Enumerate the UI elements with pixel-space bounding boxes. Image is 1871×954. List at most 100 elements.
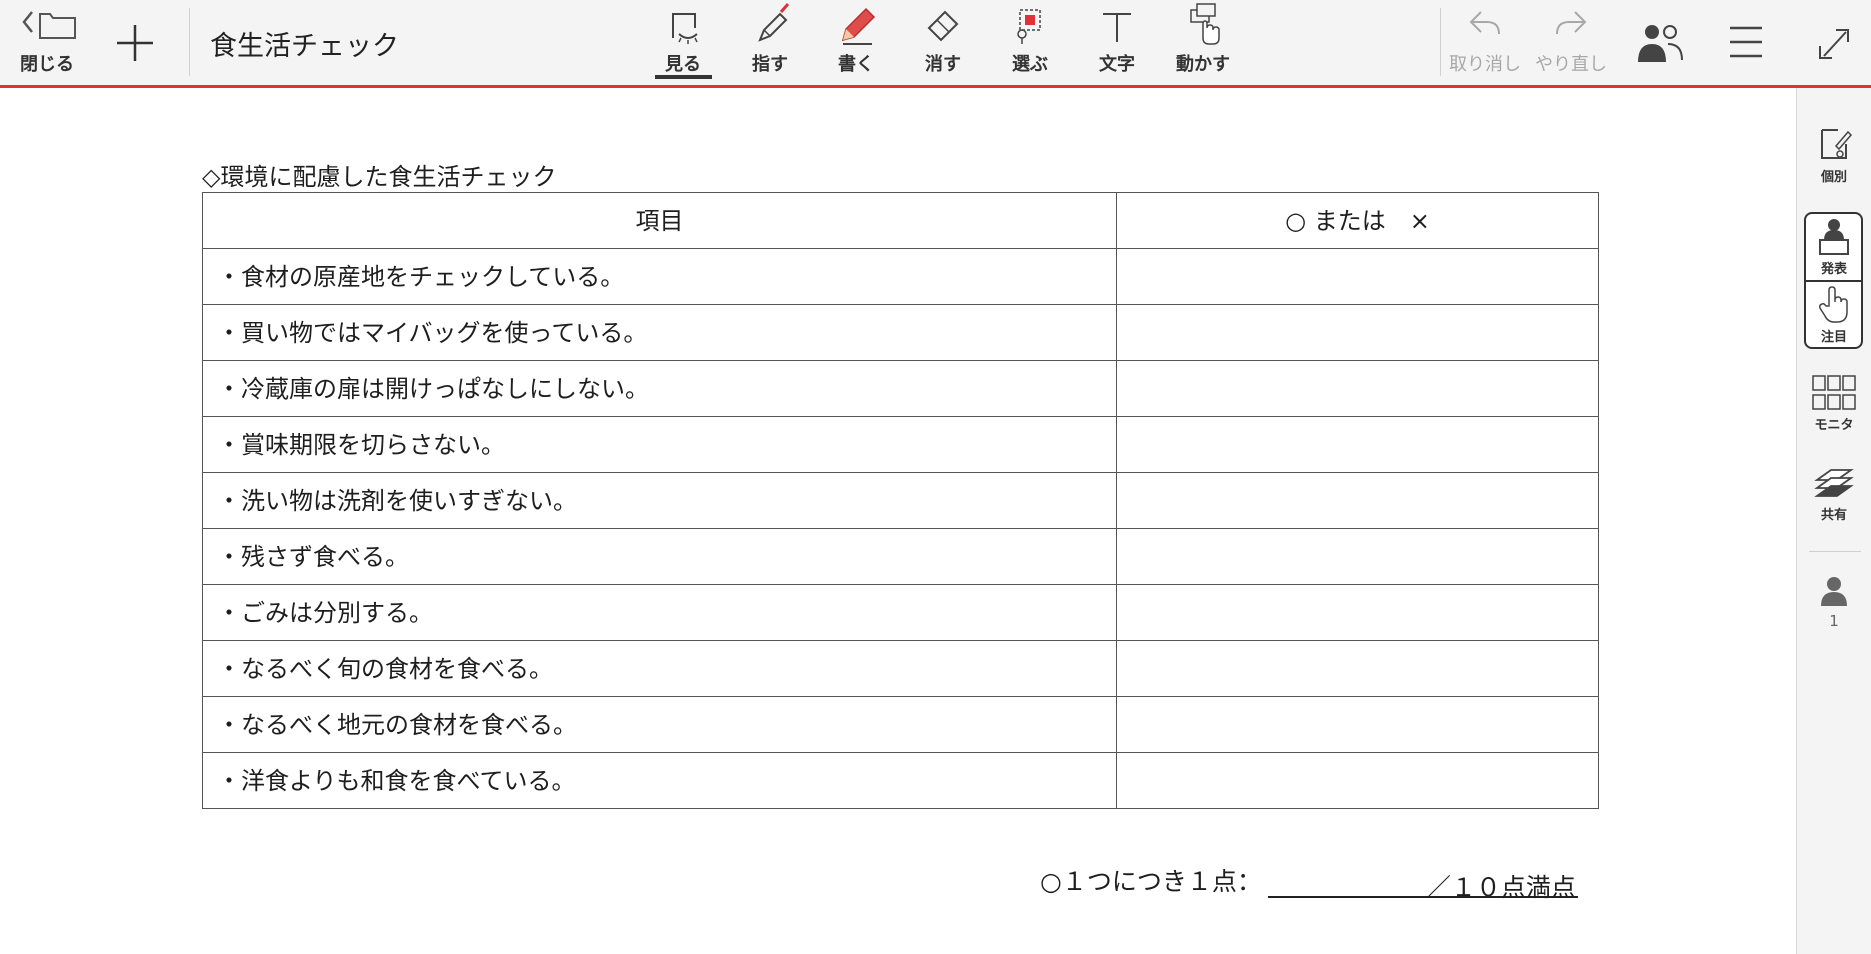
user-count: 1 xyxy=(1829,612,1839,630)
table-row: ・なるべく地元の食材を食べる。 xyxy=(202,696,1599,753)
expand-icon xyxy=(1819,29,1849,59)
table-row: ・洋食よりも和食を食べている。 xyxy=(202,752,1599,809)
score-line: ○１つにつき１点： ／１０点満点 xyxy=(1040,862,1578,902)
attention-button[interactable]: 注目 xyxy=(1805,284,1863,345)
row-mark-cell[interactable] xyxy=(1116,696,1599,753)
row-mark-cell[interactable] xyxy=(1116,528,1599,585)
monitor-grid-icon xyxy=(1812,375,1856,410)
tool-label: 選ぶ xyxy=(1012,54,1048,75)
row-mark-cell[interactable] xyxy=(1116,416,1599,473)
checklist-table: 項目 ○ または × ・食材の原産地をチェックしている。 ・買い物ではマイバッグ… xyxy=(202,192,1599,809)
document-title: 食生活チェック xyxy=(210,31,399,62)
user-count-button[interactable]: 1 xyxy=(1805,574,1863,630)
tool-erase-button[interactable]: 消す xyxy=(913,0,973,85)
row-mark-cell[interactable] xyxy=(1116,640,1599,697)
document-heading: ◇環境に配慮した食生活チェック xyxy=(202,163,557,191)
score-blank[interactable]: ／１０点満点 xyxy=(1267,868,1578,902)
table-row: ・ごみは分別する。 xyxy=(202,584,1599,641)
undo-button[interactable]: 取り消し xyxy=(1445,0,1525,85)
table-header-row: 項目 ○ または × xyxy=(202,192,1599,249)
text-icon xyxy=(1103,13,1131,42)
view-icon xyxy=(672,13,698,44)
attention-label: 注目 xyxy=(1820,330,1847,345)
redo-icon xyxy=(1556,11,1587,35)
row-mark-cell[interactable] xyxy=(1116,472,1599,529)
column-header-mark: ○ または × xyxy=(1116,192,1599,249)
eraser-icon xyxy=(927,10,959,42)
table-row: ・買い物ではマイバッグを使っている。 xyxy=(202,304,1599,361)
tool-label: 動かす xyxy=(1176,54,1230,75)
present-label: 発表 xyxy=(1820,262,1847,277)
user-icon xyxy=(1821,577,1847,606)
column-header-item: 項目 xyxy=(202,192,1117,249)
row-item-text: ・洗い物は洗剤を使いすぎない。 xyxy=(202,472,1117,529)
toolbar-separator xyxy=(189,8,190,76)
row-item-text: ・なるべく地元の食材を食べる。 xyxy=(202,696,1117,753)
group-divider xyxy=(1806,280,1861,282)
monitor-button[interactable]: モニタ xyxy=(1805,374,1863,433)
tool-view-button[interactable]: 見る xyxy=(653,0,713,85)
score-prefix: ○１つにつき１点： xyxy=(1040,867,1262,896)
table-row: ・冷蔵庫の扉は開けっぱなしにしない。 xyxy=(202,360,1599,417)
row-item-text: ・冷蔵庫の扉は開けっぱなしにしない。 xyxy=(202,360,1117,417)
panel-divider xyxy=(1809,551,1861,552)
undo-label: 取り消し xyxy=(1449,54,1521,75)
share-label: 共有 xyxy=(1820,508,1847,523)
folder-back-icon xyxy=(22,11,76,39)
select-icon xyxy=(1017,9,1041,44)
table-row: ・なるべく旬の食材を食べる。 xyxy=(202,640,1599,697)
row-item-text: ・食材の原産地をチェックしている。 xyxy=(202,248,1117,305)
presenter-icon xyxy=(1819,219,1849,255)
row-mark-cell[interactable] xyxy=(1116,584,1599,641)
tool-text-button[interactable]: 文字 xyxy=(1087,0,1147,85)
menu-button[interactable] xyxy=(1726,0,1766,85)
hand-pointer-icon xyxy=(1819,286,1848,323)
toolbar-separator xyxy=(1440,8,1441,76)
tool-label: 指す xyxy=(752,54,788,75)
individual-button[interactable]: 個別 xyxy=(1805,124,1863,185)
score-suffix: ／１０点満点 xyxy=(1425,873,1576,902)
redo-label: やり直し xyxy=(1535,54,1607,75)
tool-label: 文字 xyxy=(1099,54,1135,75)
individual-edit-icon xyxy=(1821,129,1853,159)
table-row: ・食材の原産地をチェックしている。 xyxy=(202,248,1599,305)
tool-label: 書く xyxy=(838,54,874,75)
top-toolbar: 閉じる 食生活チェック 見る 指す 書く 消す 選ぶ 文字 動かす 取り消し や… xyxy=(0,0,1871,88)
tool-write-button[interactable]: 書く xyxy=(826,0,886,85)
participants-icon xyxy=(1638,25,1683,62)
row-mark-cell[interactable] xyxy=(1116,752,1599,809)
row-mark-cell[interactable] xyxy=(1116,248,1599,305)
row-mark-cell[interactable] xyxy=(1116,360,1599,417)
undo-icon xyxy=(1469,11,1500,35)
add-button[interactable] xyxy=(110,0,160,85)
share-button[interactable]: 共有 xyxy=(1805,466,1863,523)
monitor-label: モニタ xyxy=(1814,418,1854,433)
fullscreen-button[interactable] xyxy=(1812,0,1856,85)
tool-move-button[interactable]: 動かす xyxy=(1168,0,1238,85)
pointer-pen-icon xyxy=(758,3,790,42)
row-item-text: ・賞味期限を切らさない。 xyxy=(202,416,1117,473)
row-item-text: ・買い物ではマイバッグを使っている。 xyxy=(202,304,1117,361)
table-row: ・賞味期限を切らさない。 xyxy=(202,416,1599,473)
present-button[interactable]: 発表 xyxy=(1805,216,1863,277)
tool-label: 消す xyxy=(925,54,961,75)
row-mark-cell[interactable] xyxy=(1116,304,1599,361)
close-button[interactable]: 閉じる xyxy=(12,0,82,85)
redo-button[interactable]: やり直し xyxy=(1531,0,1611,85)
tool-select-button[interactable]: 選ぶ xyxy=(1000,0,1060,85)
participants-button[interactable] xyxy=(1632,0,1686,85)
plus-icon xyxy=(117,25,153,61)
tool-label: 見る xyxy=(665,54,701,75)
hamburger-menu-icon xyxy=(1730,26,1762,58)
close-label: 閉じる xyxy=(20,54,74,75)
pencil-icon xyxy=(841,7,876,45)
row-item-text: ・なるべく旬の食材を食べる。 xyxy=(202,640,1117,697)
table-row: ・残さず食べる。 xyxy=(202,528,1599,585)
layers-share-icon xyxy=(1814,469,1854,497)
right-panel: 個別 発表 注目 モニタ 共有 1 xyxy=(1796,88,1871,954)
move-hand-icon xyxy=(1190,3,1220,45)
tool-point-button[interactable]: 指す xyxy=(740,0,800,85)
row-item-text: ・残さず食べる。 xyxy=(202,528,1117,585)
active-tool-indicator xyxy=(655,75,712,79)
row-item-text: ・洋食よりも和食を食べている。 xyxy=(202,752,1117,809)
